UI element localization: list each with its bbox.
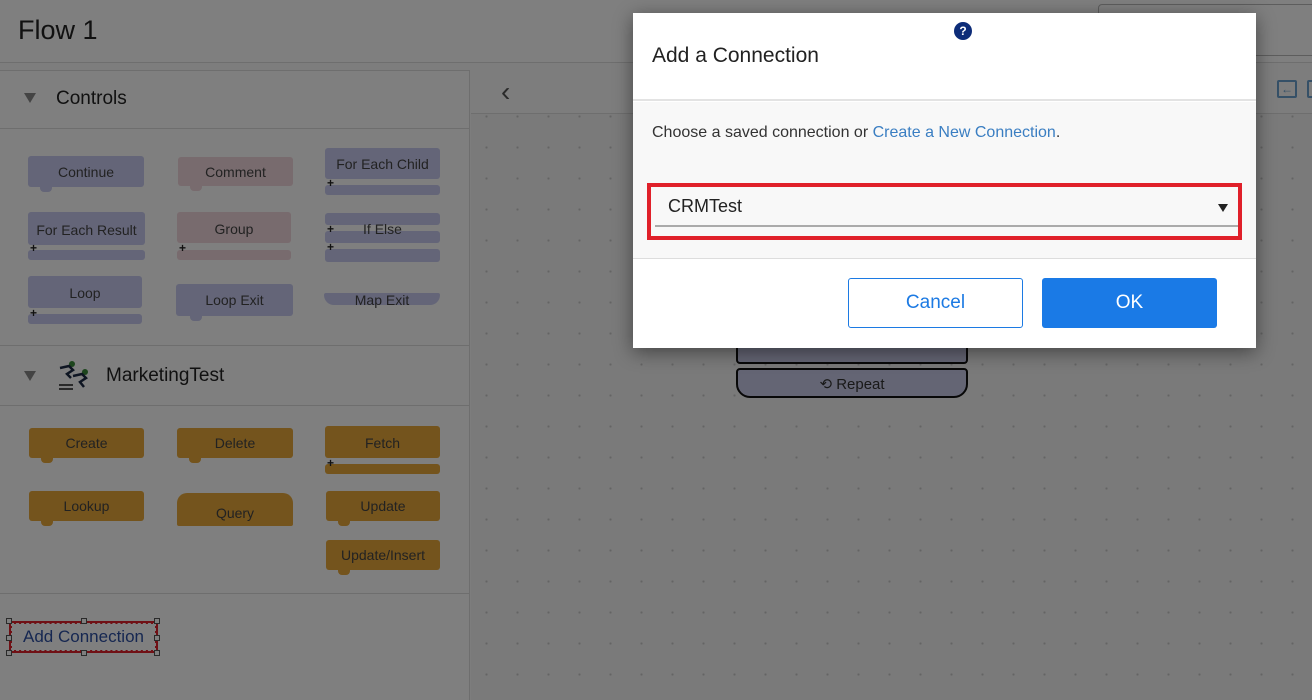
block-label: Update [360,498,406,514]
add-icon: + [327,222,335,236]
question-circle-icon[interactable]: ? [954,22,972,40]
block-label: If Else [363,221,402,237]
block-label: Loop [69,285,101,301]
block-label: Update/Insert [340,547,426,563]
add-connection-dialog: ? Add a Connection Choose a saved connec… [633,13,1256,348]
add-icon: + [327,240,335,254]
cancel-button[interactable]: Cancel [848,278,1023,328]
ok-button[interactable]: OK [1042,278,1217,328]
dialog-title: Add a Connection [652,44,819,67]
add-icon: + [179,241,187,255]
dialog-header: ? Add a Connection [633,13,1256,101]
description-period: . [1055,124,1061,141]
add-icon: + [327,176,335,190]
block-label: Delete [214,435,256,451]
block-label: Loop Exit [205,292,264,308]
add-icon: + [30,241,38,255]
block-label: Continue [57,164,115,180]
description-text: Choose a saved connection or [652,124,873,141]
block-label: For Each Result [36,222,137,238]
chevron-down-icon[interactable] [1218,204,1228,212]
block-label: For Each Child [336,156,429,172]
block-label: Lookup [63,498,110,514]
connection-select[interactable]: CRMTest [655,187,1238,227]
block-label: Comment [205,164,266,180]
dialog-description: Choose a saved connection or Create a Ne… [652,124,1060,142]
block-label: Map Exit [354,292,410,308]
dialog-body: Choose a saved connection or Create a Ne… [633,102,1256,259]
block-label: Create [65,435,108,451]
connection-select-value: CRMTest [668,196,743,216]
block-label: Query [215,504,255,521]
add-icon: + [327,456,335,470]
connection-select-highlight: CRMTest [647,183,1242,240]
block-label: Fetch [364,435,400,451]
create-new-connection-link[interactable]: Create a New Connection [873,124,1056,141]
block-label: Group [214,221,254,237]
add-icon: + [30,306,38,320]
